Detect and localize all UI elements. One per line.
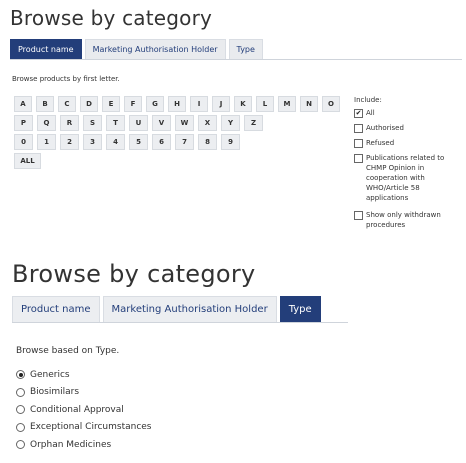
radio-icon[interactable] — [16, 387, 25, 397]
type-radio-label: Generics — [30, 369, 70, 380]
tab-type[interactable]: Type — [279, 296, 321, 322]
letter-button-7[interactable]: 7 — [175, 134, 194, 150]
type-radio-label: Exceptional Circumstances — [30, 422, 152, 433]
letter-button-5[interactable]: 5 — [129, 134, 148, 150]
include-option[interactable]: ✔ All — [354, 108, 462, 118]
letter-button-e[interactable]: E — [102, 96, 120, 112]
include-option-label: Refused — [366, 139, 395, 147]
page-title-large: Browse by category — [12, 260, 256, 288]
letter-button-s[interactable]: S — [83, 115, 102, 131]
letter-button-b[interactable]: B — [36, 96, 54, 112]
checkbox-icon[interactable] — [354, 139, 363, 148]
type-radio-group: Generics Biosimilars Conditional Approval E… — [16, 366, 152, 454]
letter-button-p[interactable]: P — [14, 115, 33, 131]
letter-button-o[interactable]: O — [322, 96, 340, 112]
letter-button-a[interactable]: A — [14, 96, 32, 112]
letter-button-c[interactable]: C — [58, 96, 76, 112]
letter-button-v[interactable]: V — [152, 115, 171, 131]
type-radio-label: Conditional Approval — [30, 404, 124, 415]
include-option-label: Authorised — [366, 124, 404, 132]
letter-button-g[interactable]: G — [146, 96, 164, 112]
include-filters: Include: ✔ All Authorised Refused Publicatio… — [354, 96, 462, 235]
letter-row: 0123456789 — [14, 134, 344, 150]
letter-button-n[interactable]: N — [300, 96, 318, 112]
letter-button-2[interactable]: 2 — [60, 134, 79, 150]
letter-index: A B C D E F G H I J K L M N O P Q R S T U V W X Y Z 0 1 2 3 4 5 6 7 8 9 ALL — [14, 96, 344, 172]
radio-icon[interactable] — [16, 422, 25, 432]
radio-selected-icon[interactable] — [16, 370, 25, 380]
letter-button-0[interactable]: 0 — [14, 134, 33, 150]
letter-button-d[interactable]: D — [80, 96, 98, 112]
page-title: Browse by category — [10, 6, 213, 30]
letter-button-4[interactable]: 4 — [106, 134, 125, 150]
tab-divider — [10, 59, 462, 60]
include-option-label: All — [366, 109, 375, 117]
letter-row: PQRSTUVWXYZ — [14, 115, 344, 131]
letter-button-8[interactable]: 8 — [198, 134, 217, 150]
type-radio-option[interactable]: Orphan Medicines — [16, 436, 152, 454]
tab-product-name[interactable]: Product name — [10, 39, 82, 59]
letter-button-q[interactable]: Q — [37, 115, 56, 131]
letter-button-6[interactable]: 6 — [152, 134, 171, 150]
letter-button-k[interactable]: K — [234, 96, 252, 112]
category-tabs-large: Product name Marketing Authorisation Hol… — [12, 296, 324, 322]
letter-button-all[interactable]: ALL — [14, 153, 41, 169]
letter-row: ABCDEFGHIJKLMNO — [14, 96, 344, 112]
tab-divider — [12, 322, 348, 323]
radio-icon[interactable] — [16, 405, 25, 415]
letter-button-r[interactable]: R — [60, 115, 79, 131]
tab-type[interactable]: Type — [228, 39, 263, 59]
include-option[interactable]: Authorised — [354, 123, 462, 133]
letter-button-z[interactable]: Z — [244, 115, 263, 131]
letter-button-j[interactable]: J — [212, 96, 230, 112]
tab-product-name[interactable]: Product name — [12, 296, 100, 322]
checkbox-checked-icon[interactable]: ✔ — [354, 109, 363, 118]
browse-panel-product-name: Browse by category Product name Marketin… — [0, 0, 466, 258]
category-tabs: Product name Marketing Authorisation Hol… — [10, 39, 266, 59]
include-option-label: Show only withdrawn procedures — [366, 211, 441, 229]
include-option[interactable]: Publications related to CHMP Opinion in … — [354, 153, 462, 203]
letter-button-9[interactable]: 9 — [221, 134, 240, 150]
letter-button-h[interactable]: H — [168, 96, 186, 112]
include-option-label: Publications related to CHMP Opinion in … — [366, 154, 445, 202]
radio-icon[interactable] — [16, 440, 25, 450]
type-radio-option[interactable]: Exceptional Circumstances — [16, 419, 152, 437]
include-option[interactable]: Show only withdrawn procedures — [354, 210, 462, 230]
include-label: Include: — [354, 96, 382, 104]
include-option[interactable]: Refused — [354, 138, 462, 148]
type-radio-label: Orphan Medicines — [30, 439, 112, 450]
browse-instructions: Browse products by first letter. — [12, 75, 120, 83]
letter-button-x[interactable]: X — [198, 115, 217, 131]
tab-marketing-authorisation-holder[interactable]: Marketing Authorisation Holder — [84, 39, 226, 59]
type-radio-option[interactable]: Generics — [16, 366, 152, 384]
letter-button-y[interactable]: Y — [221, 115, 240, 131]
tab-marketing-authorisation-holder[interactable]: Marketing Authorisation Holder — [102, 296, 277, 322]
letter-button-u[interactable]: U — [129, 115, 148, 131]
browse-panel-type: Browse by category Product name Marketin… — [0, 258, 466, 463]
letter-button-f[interactable]: F — [124, 96, 142, 112]
type-radio-option[interactable]: Conditional Approval — [16, 401, 152, 419]
checkbox-icon[interactable] — [354, 124, 363, 133]
type-radio-label: Biosimilars — [30, 387, 80, 398]
letter-row: ALL — [14, 153, 344, 169]
letter-button-1[interactable]: 1 — [37, 134, 56, 150]
letter-button-i[interactable]: I — [190, 96, 208, 112]
letter-button-3[interactable]: 3 — [83, 134, 102, 150]
checkbox-icon[interactable] — [354, 154, 363, 163]
letter-button-m[interactable]: M — [278, 96, 296, 112]
letter-button-l[interactable]: L — [256, 96, 274, 112]
checkbox-icon[interactable] — [354, 211, 363, 220]
browse-type-instructions: Browse based on Type. — [16, 346, 120, 356]
letter-button-w[interactable]: W — [175, 115, 194, 131]
letter-button-t[interactable]: T — [106, 115, 125, 131]
type-radio-option[interactable]: Biosimilars — [16, 384, 152, 402]
